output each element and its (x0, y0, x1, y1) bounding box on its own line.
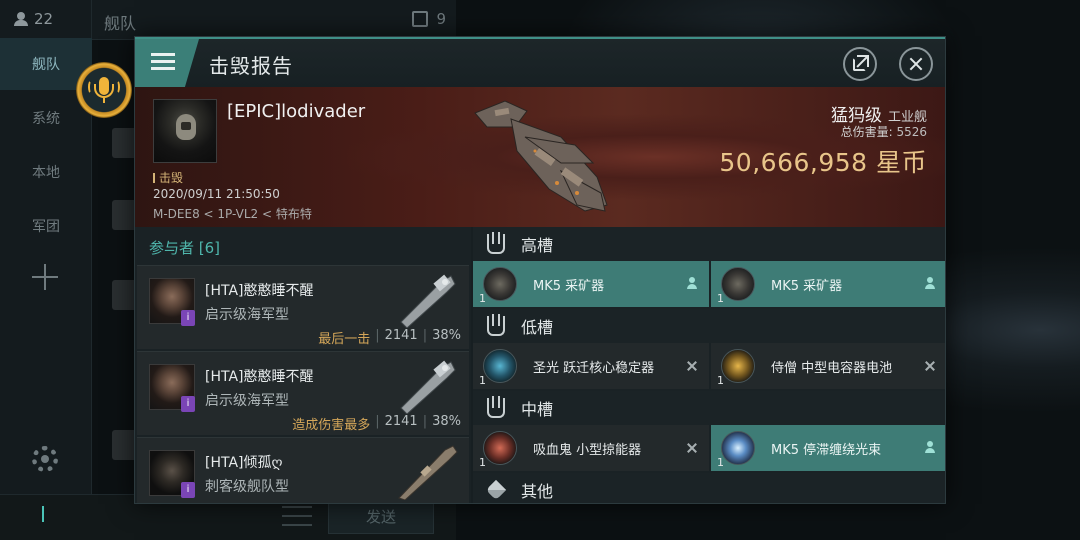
victim-banner: [EPIC]lodivader 击毁 2020/09/11 21:50:50 M… (135, 87, 945, 227)
dialog-header: 击毁报告 (135, 37, 945, 87)
chat-menu-icon[interactable] (282, 506, 312, 526)
sidebar-item-corp[interactable]: 军团 (0, 200, 92, 252)
fitting-panel: 高槽 1 MK5 采矿器 1 MK5 采矿器 低槽 1 圣光 跃迁核心稳定器 1… (473, 227, 945, 503)
high-slot-row: 1 MK5 采矿器 1 MK5 采矿器 (473, 261, 945, 307)
participant-ship: 启示级海军型 (205, 307, 289, 323)
victim-ship-image[interactable] (465, 93, 625, 221)
participant-damage: 2141 (384, 328, 418, 343)
dropped-person-icon (923, 276, 937, 292)
destroyed-x-icon (685, 440, 699, 456)
participant-stats: 造成伤害最多 | 2141 | 38% (292, 414, 461, 433)
module-name: 吸血鬼 小型掠能器 (533, 443, 642, 458)
participant-name: [HTA]憨憨睡不醒 (205, 283, 314, 299)
channel-title: 舰队 (104, 14, 137, 33)
low-slot-row: 1 圣光 跃迁核心稳定器 1 侍僧 中型电容器电池 (473, 343, 945, 389)
channel-member-count: 9 (412, 10, 446, 28)
share-button[interactable] (843, 47, 877, 81)
victim-name[interactable]: [EPIC]lodivader (227, 101, 365, 122)
menu-button[interactable] (135, 39, 199, 87)
low-slot-icon (487, 314, 505, 336)
module-item[interactable]: 1 圣光 跃迁核心稳定器 (473, 343, 709, 389)
mid-slot-icon (487, 396, 505, 418)
loss-value: 50,666,958 星币 (719, 148, 927, 177)
stasis-webifier-icon (721, 431, 755, 465)
hamburger-icon (151, 53, 175, 71)
module-name: 侍僧 中型电容器电池 (771, 361, 893, 376)
dropped-person-icon (685, 276, 699, 292)
module-qty: 1 (479, 456, 486, 469)
rank-badge-icon: i (181, 482, 195, 498)
weapon-icon (400, 360, 456, 414)
module-item[interactable]: 1 MK5 停滞缠绕光束 (711, 425, 945, 471)
energy-nosferatu-icon (483, 431, 517, 465)
dialog-title: 击毁报告 (209, 54, 293, 78)
rank-badge-icon: i (181, 396, 195, 412)
mid-slot-row: 1 吸血鬼 小型掠能器 1 MK5 停滞缠绕光束 (473, 425, 945, 471)
participant-damage: 2141 (384, 414, 418, 429)
module-item[interactable]: 1 MK5 采矿器 (473, 261, 709, 307)
destroyed-x-icon (685, 358, 699, 374)
other-slot-header: 其他 (473, 473, 945, 503)
online-count: 22 (14, 10, 53, 28)
module-item[interactable]: 1 MK5 采矿器 (711, 261, 945, 307)
capacitor-battery-icon (721, 349, 755, 383)
kill-location: M-DEE8 < 1P-VL2 < 特布特 (153, 207, 312, 221)
rank-badge-icon: i (181, 310, 195, 326)
miner-icon (721, 267, 755, 301)
low-slot-header: 低槽 (473, 309, 945, 343)
module-item[interactable]: 1 侍僧 中型电容器电池 (711, 343, 945, 389)
window-icon (412, 11, 429, 27)
module-name: 圣光 跃迁核心稳定器 (533, 361, 655, 376)
high-slot-header: 高槽 (473, 227, 945, 261)
participant-row[interactable]: i [HTA]倾孤ღ 刺客级舰队型 (137, 437, 469, 503)
kill-report-dialog: 击毁报告 [EPIC]lodivader 击毁 2020/09/11 21:50… (134, 36, 946, 504)
sidebar-item-local[interactable]: 本地 (0, 146, 92, 198)
mid-slot-header: 中槽 (473, 391, 945, 425)
killed-status: 击毁 (153, 169, 183, 186)
module-qty: 1 (479, 374, 486, 387)
module-qty: 1 (717, 374, 724, 387)
miner-icon (483, 267, 517, 301)
participant-percent: 38% (432, 328, 461, 343)
participant-name: [HTA]憨憨睡不醒 (205, 369, 314, 385)
victim-portrait[interactable] (153, 99, 217, 163)
destroyed-x-icon (923, 358, 937, 374)
participant-ship: 启示级海军型 (205, 393, 289, 409)
participant-tag: 造成伤害最多 (292, 418, 371, 433)
kill-timestamp: 2020/09/11 21:50:50 (153, 187, 280, 201)
participant-tag: 最后一击 (318, 332, 371, 347)
text-cursor (42, 506, 44, 522)
participant-percent: 38% (432, 414, 461, 429)
total-damage: 总伤害量: 5526 (840, 125, 927, 139)
dropped-person-icon (923, 440, 937, 456)
module-name: MK5 采矿器 (771, 279, 843, 294)
participants-panel: 参与者 [6] i [HTA]憨憨睡不醒 启示级海军型 最后一击 | 2141 … (135, 227, 471, 503)
user-icon (14, 12, 28, 26)
participants-header: 参与者 [6] (149, 239, 221, 257)
module-item[interactable]: 1 吸血鬼 小型掠能器 (473, 425, 709, 471)
stabilizer-icon (483, 349, 517, 383)
close-button[interactable] (899, 47, 933, 81)
weapon-icon (398, 445, 458, 500)
high-slot-icon (487, 232, 505, 254)
module-qty: 1 (479, 292, 486, 305)
weapon-icon (400, 274, 456, 328)
participant-row[interactable]: i [HTA]憨憨睡不醒 启示级海军型 最后一击 | 2141 | 38% (137, 265, 469, 349)
module-name: MK5 采矿器 (533, 279, 605, 294)
module-qty: 1 (717, 456, 724, 469)
channel-header: 舰队 9 (92, 0, 456, 40)
voice-chat-button[interactable] (76, 62, 132, 118)
gear-icon[interactable] (32, 446, 58, 472)
participant-ship: 刺客级舰队型 (205, 479, 289, 495)
participant-name: [HTA]倾孤ღ (205, 455, 283, 471)
module-qty: 1 (717, 292, 724, 305)
cube-icon (485, 479, 507, 501)
participant-stats: 最后一击 | 2141 | 38% (318, 328, 461, 347)
participant-row[interactable]: i [HTA]憨憨睡不醒 启示级海军型 造成伤害最多 | 2141 | 38% (137, 351, 469, 435)
add-channel-icon[interactable] (30, 262, 60, 292)
module-name: MK5 停滞缠绕光束 (771, 443, 882, 458)
